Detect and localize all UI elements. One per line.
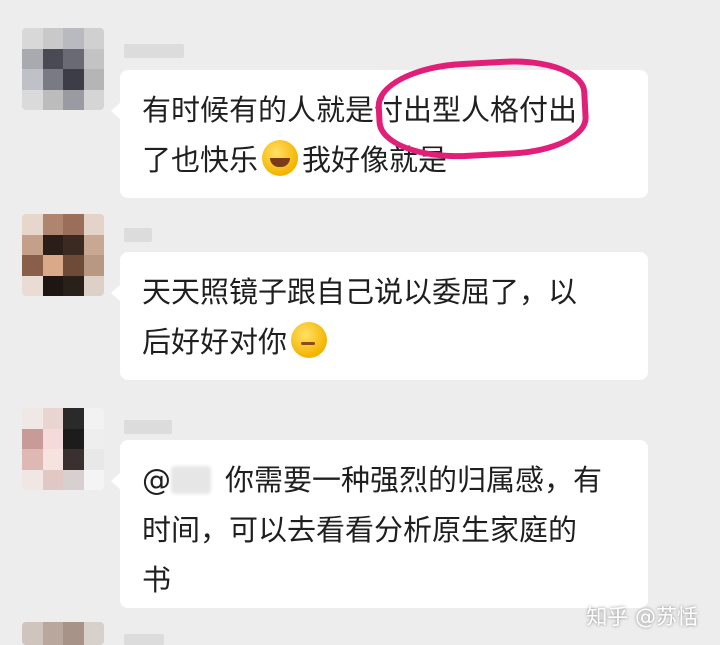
message-text-line: 天天照镜子跟自己说以委屈了，以 [142,275,578,309]
watermark: 知乎 @苏恬 [586,605,698,629]
message-bubble[interactable]: 天天照镜子跟自己说以委屈了，以 后好好对你 [111,252,648,380]
sender-name [124,228,152,242]
message-text-line: 后好好对你 [142,318,626,368]
sender-name [124,44,184,58]
message-text-line: @ 你需要一种强烈的归属感，有 [142,456,626,506]
avatar[interactable] [22,622,104,645]
avatar[interactable] [22,214,104,296]
thinking-face-emoji-icon [291,321,328,358]
message-text-segment: 你需要一种强烈的归属感，有 [225,463,603,497]
avatar[interactable] [22,408,104,490]
message-text-segment: 了也快乐 [142,142,259,177]
sender-name [124,420,172,434]
mention-at[interactable]: @ [142,463,171,497]
mention-name-blurred[interactable] [171,466,211,494]
message-text-line: 书 [142,562,172,597]
message-text-line: 时间，可以去看看分析原生家庭的 [142,512,578,547]
laughing-tears-emoji-icon [262,139,299,176]
message-bubble[interactable]: @ 你需要一种强烈的归属感，有 时间，可以去看看分析原生家庭的 书 [111,440,648,608]
sender-name [124,634,164,645]
avatar[interactable] [22,28,104,110]
message-text-segment: 后好好对你 [142,324,288,359]
